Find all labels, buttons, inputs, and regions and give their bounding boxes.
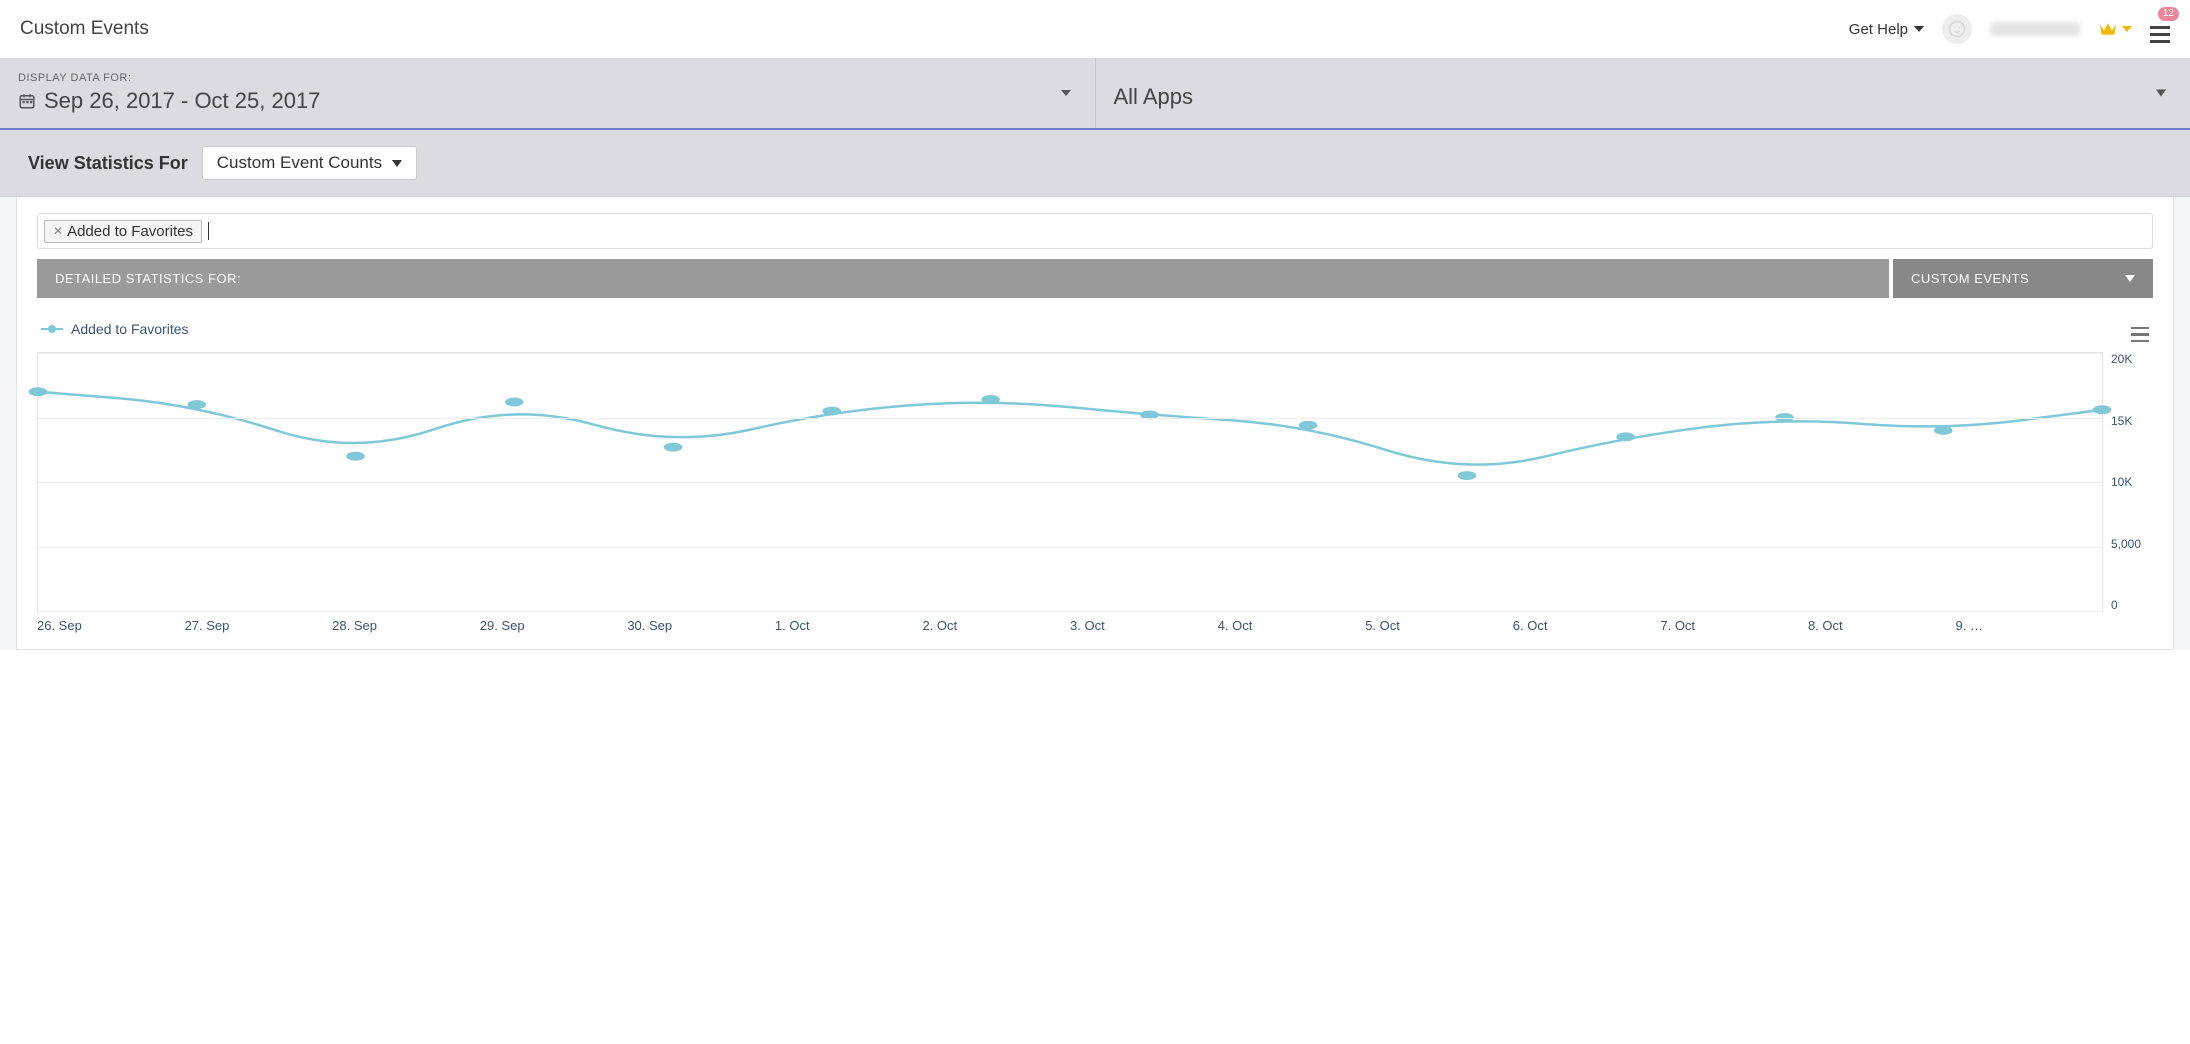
x-tick-label: 27. Sep <box>185 618 333 633</box>
caret-down-icon <box>2156 90 2166 97</box>
app-picker-value: All Apps <box>1114 84 1194 110</box>
detail-bar-label: DETAILED STATISTICS FOR: <box>37 259 1889 298</box>
x-tick-label: 5. Oct <box>1365 618 1513 633</box>
stats-for-label: View Statistics For <box>28 153 188 174</box>
custom-events-dropdown-label: CUSTOM EVENTS <box>1911 271 2029 286</box>
x-tick-label: 2. Oct <box>922 618 1070 633</box>
crown-icon <box>2098 21 2118 37</box>
topbar: Custom Events Get Help 12 <box>0 0 2190 58</box>
y-tick-label: 20K <box>2111 352 2132 366</box>
x-tick-label: 9. … <box>1956 618 2104 633</box>
chart-x-axis: 26. Sep27. Sep28. Sep29. Sep30. Sep1. Oc… <box>37 618 2153 633</box>
x-tick-label: 4. Oct <box>1218 618 1366 633</box>
x-tick-label: 6. Oct <box>1513 618 1661 633</box>
y-tick-label: 10K <box>2111 475 2132 489</box>
event-tag: ✕ Added to Favorites <box>44 220 202 243</box>
app-picker[interactable]: All Apps <box>1096 58 2190 128</box>
legend-marker-icon <box>41 328 63 330</box>
text-cursor <box>208 222 209 240</box>
topbar-right: Get Help 12 <box>1849 14 2170 44</box>
get-help-menu[interactable]: Get Help <box>1849 21 1924 38</box>
event-tag-input[interactable]: ✕ Added to Favorites <box>37 213 2153 249</box>
username[interactable] <box>1990 22 2080 36</box>
y-tick-label: 0 <box>2111 598 2118 612</box>
y-tick-label: 5,000 <box>2111 537 2141 551</box>
date-range-value-row: Sep 26, 2017 - Oct 25, 2017 <box>18 88 1077 114</box>
chart-menu-button[interactable] <box>2131 316 2149 342</box>
chevron-down-icon <box>1061 90 1071 96</box>
legend-item[interactable]: Added to Favorites <box>41 321 189 337</box>
avatar[interactable] <box>1942 14 1972 44</box>
chart-plot-area <box>37 352 2103 612</box>
page-body: DISPLAY DATA FOR: Sep 26, 2017 - Oct 25,… <box>0 58 2190 650</box>
event-tag-label: Added to Favorites <box>67 223 193 240</box>
x-tick-label: 3. Oct <box>1070 618 1218 633</box>
caret-down-icon <box>2125 275 2135 282</box>
detail-bar: DETAILED STATISTICS FOR: CUSTOM EVENTS <box>37 259 2153 298</box>
date-range-label: DISPLAY DATA FOR: <box>18 72 1077 84</box>
content-panel: ✕ Added to Favorites DETAILED STATISTICS… <box>16 197 2174 650</box>
main-menu-button[interactable]: 12 <box>2150 16 2170 43</box>
caret-down-icon <box>392 160 402 167</box>
date-range-value: Sep 26, 2017 - Oct 25, 2017 <box>44 88 320 114</box>
account-tier-menu[interactable] <box>2098 21 2132 37</box>
x-tick-label: 26. Sep <box>37 618 185 633</box>
chart-y-axis: 20K 15K 10K 5,000 0 <box>2103 352 2153 612</box>
x-tick-label: 29. Sep <box>480 618 628 633</box>
x-tick-label: 30. Sep <box>627 618 775 633</box>
x-tick-label: 1. Oct <box>775 618 923 633</box>
legend-series-label: Added to Favorites <box>71 321 189 337</box>
get-help-label: Get Help <box>1849 21 1908 38</box>
x-tick-label: 7. Oct <box>1660 618 1808 633</box>
calendar-icon <box>18 92 36 110</box>
stats-metric-select[interactable]: Custom Event Counts <box>202 146 417 180</box>
x-tick-label: 8. Oct <box>1808 618 1956 633</box>
hamburger-icon <box>2131 327 2149 343</box>
hamburger-icon <box>2150 26 2170 43</box>
chevron-down-icon <box>1914 26 1924 32</box>
stats-for-row: View Statistics For Custom Event Counts <box>0 130 2190 197</box>
smile-icon <box>1948 20 1966 38</box>
custom-events-dropdown[interactable]: CUSTOM EVENTS <box>1893 259 2153 298</box>
notification-badge: 12 <box>2158 7 2179 21</box>
date-range-picker[interactable]: DISPLAY DATA FOR: Sep 26, 2017 - Oct 25,… <box>0 58 1096 128</box>
filter-row: DISPLAY DATA FOR: Sep 26, 2017 - Oct 25,… <box>0 58 2190 130</box>
x-tick-label: 28. Sep <box>332 618 480 633</box>
chevron-down-icon <box>2122 26 2132 32</box>
y-tick-label: 15K <box>2111 414 2132 428</box>
stats-metric-value: Custom Event Counts <box>217 153 382 173</box>
tag-remove-button[interactable]: ✕ <box>53 224 63 238</box>
chart: 20K 15K 10K 5,000 0 <box>37 352 2153 612</box>
page-title: Custom Events <box>20 18 149 40</box>
chart-legend-row: Added to Favorites <box>37 316 2153 342</box>
